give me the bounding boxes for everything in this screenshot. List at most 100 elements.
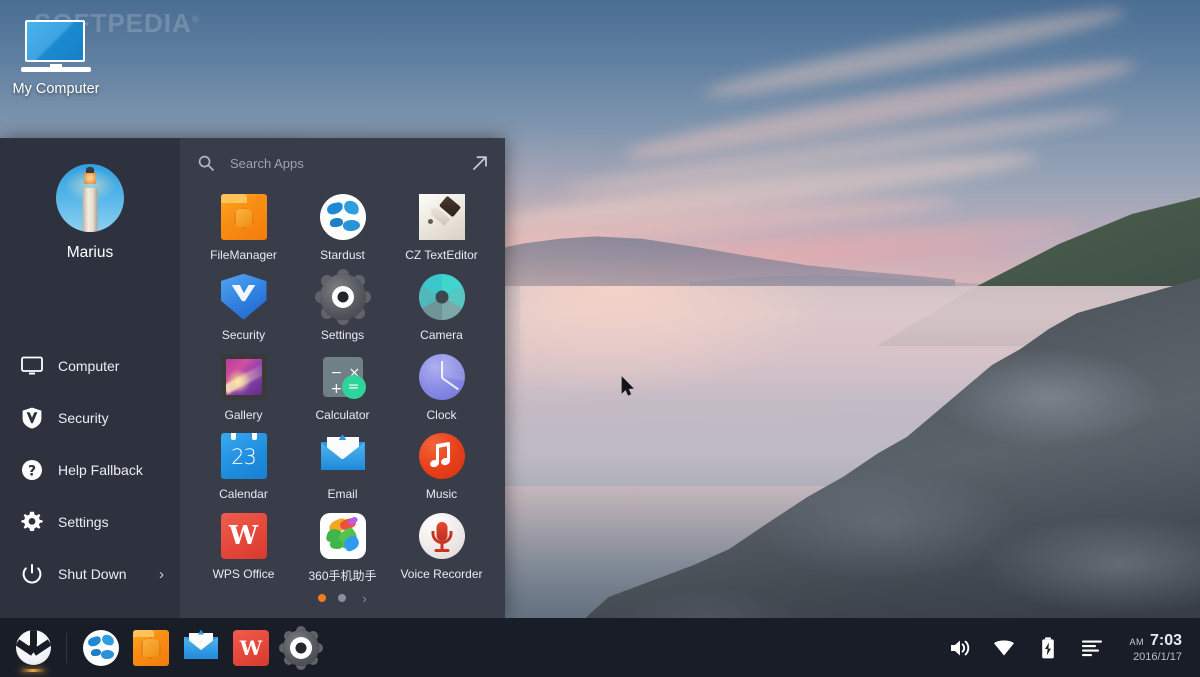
cloud-streak	[701, 0, 1128, 107]
power-icon	[20, 562, 44, 586]
start-menu-apps-panel: FileManager Stardust CZ TextEditor	[180, 138, 505, 618]
camera-shutter-icon	[419, 274, 465, 320]
sidebar-item-label: Help Fallback	[58, 462, 164, 478]
start-menu-sidebar: Marius Computer	[0, 138, 180, 618]
app-voice-recorder[interactable]: Voice Recorder	[392, 507, 491, 584]
svg-text:?: ?	[28, 463, 36, 479]
pager-dot-2[interactable]	[338, 594, 346, 602]
active-indicator	[20, 669, 46, 672]
taskbar-divider	[66, 633, 67, 663]
avatar[interactable]	[56, 164, 124, 232]
shield-icon	[20, 406, 44, 430]
wifi-icon[interactable]	[993, 637, 1015, 659]
desktop-screen: SOFTPEDIA® My Computer Marius	[0, 0, 1200, 677]
app-label: Clock	[426, 408, 456, 422]
lighthouse-lamp	[84, 172, 96, 184]
system-tray: AM 7:03 2016/1/17	[949, 632, 1200, 664]
app-label: Security	[222, 328, 265, 342]
shield-icon	[221, 274, 267, 320]
desktop-icon-my-computer[interactable]: My Computer	[10, 20, 102, 97]
app-360-assistant[interactable]: 360手机助手	[293, 507, 392, 584]
phoenix-launcher-icon	[16, 630, 51, 665]
laptop-screen-part	[25, 20, 85, 62]
sidebar-item-computer[interactable]: Computer	[0, 340, 180, 392]
cloud-streak	[621, 50, 1138, 170]
app-label: Music	[426, 487, 457, 501]
app-label: CZ TextEditor	[405, 248, 477, 262]
music-note-icon	[419, 433, 465, 479]
desktop-icon-label: My Computer	[10, 81, 102, 97]
search-input[interactable]	[228, 155, 469, 172]
app-wps-office[interactable]: W WPS Office	[194, 507, 293, 584]
app-label: Calendar	[219, 487, 268, 501]
app-settings[interactable]: Settings	[293, 268, 392, 348]
laptop-icon	[21, 20, 91, 72]
pen-icon	[419, 194, 465, 240]
username-label: Marius	[0, 244, 180, 262]
start-menu: Marius Computer	[0, 138, 505, 618]
app-email[interactable]: Email	[293, 427, 392, 507]
app-cz-texteditor[interactable]: CZ TextEditor	[392, 188, 491, 268]
calculator-icon: − × + =	[320, 354, 366, 400]
app-filemanager[interactable]: FileManager	[194, 188, 293, 268]
expand-arrow-icon[interactable]	[469, 152, 491, 174]
question-circle-icon: ?	[20, 458, 44, 482]
microphone-icon	[419, 513, 465, 559]
calendar-icon: 23	[221, 433, 267, 479]
lighthouse-cap	[86, 167, 94, 173]
sidebar-item-shut-down[interactable]: Shut Down ›	[0, 548, 180, 600]
pager-dot-1[interactable]	[318, 594, 326, 602]
sidebar-item-settings[interactable]: Settings	[0, 496, 180, 548]
app-gallery[interactable]: Gallery	[194, 348, 293, 428]
360-assistant-icon	[320, 513, 366, 559]
taskbar-clock[interactable]: AM 7:03 2016/1/17	[1125, 632, 1188, 664]
laptop-base-part	[21, 67, 91, 72]
app-label: WPS Office	[213, 567, 275, 581]
sidebar-item-label: Computer	[58, 358, 164, 374]
taskbar-app-stardust[interactable]	[83, 630, 119, 666]
volume-icon[interactable]	[949, 637, 971, 659]
sidebar-item-help-fallback[interactable]: ? Help Fallback	[0, 444, 180, 496]
chevron-right-icon: ›	[159, 566, 164, 583]
gear-icon	[20, 510, 44, 534]
app-calendar[interactable]: 23 Calendar	[194, 427, 293, 507]
app-calculator[interactable]: − × + = Calculator	[293, 348, 392, 428]
clock-icon	[419, 354, 465, 400]
clock-time: 7:03	[1150, 632, 1182, 650]
app-label: Settings	[321, 328, 364, 342]
app-security[interactable]: Security	[194, 268, 293, 348]
chevron-right-icon[interactable]: ›	[362, 591, 366, 606]
taskbar-app-email[interactable]	[183, 630, 219, 666]
app-stardust[interactable]: Stardust	[293, 188, 392, 268]
browser-globe-icon	[320, 194, 366, 240]
notifications-icon[interactable]	[1081, 637, 1103, 659]
gallery-picture-icon	[221, 354, 267, 400]
filemanager-icon	[221, 194, 267, 240]
taskbar-app-filemanager[interactable]	[133, 630, 169, 666]
app-clock[interactable]: Clock	[392, 348, 491, 428]
app-label: Camera	[420, 328, 463, 342]
clock-date: 2016/1/17	[1129, 651, 1182, 663]
sidebar-item-security[interactable]: Security	[0, 392, 180, 444]
search-row	[180, 138, 505, 188]
sidebar-item-label: Shut Down	[58, 566, 159, 582]
taskbar-pinned-apps: W	[73, 630, 319, 666]
app-label: Calculator	[315, 408, 369, 422]
taskbar-app-settings[interactable]	[283, 630, 319, 666]
water-sun-glow	[520, 286, 840, 396]
clock-ampm: AM	[1129, 638, 1144, 648]
cloud-streak	[561, 101, 1119, 203]
sidebar-item-label: Settings	[58, 514, 164, 530]
sidebar-item-label: Security	[58, 410, 164, 426]
app-music[interactable]: Music	[392, 427, 491, 507]
app-label: FileManager	[210, 248, 277, 262]
app-camera[interactable]: Camera	[392, 268, 491, 348]
wps-office-icon: W	[221, 513, 267, 559]
app-label: Email	[327, 487, 357, 501]
calendar-day-number: 23	[221, 445, 267, 469]
taskbar-app-wps-office[interactable]: W	[233, 630, 269, 666]
app-label: 360手机助手	[308, 567, 376, 584]
battery-charging-icon[interactable]	[1037, 637, 1059, 659]
start-button[interactable]	[0, 618, 66, 677]
user-profile[interactable]: Marius	[0, 164, 180, 262]
